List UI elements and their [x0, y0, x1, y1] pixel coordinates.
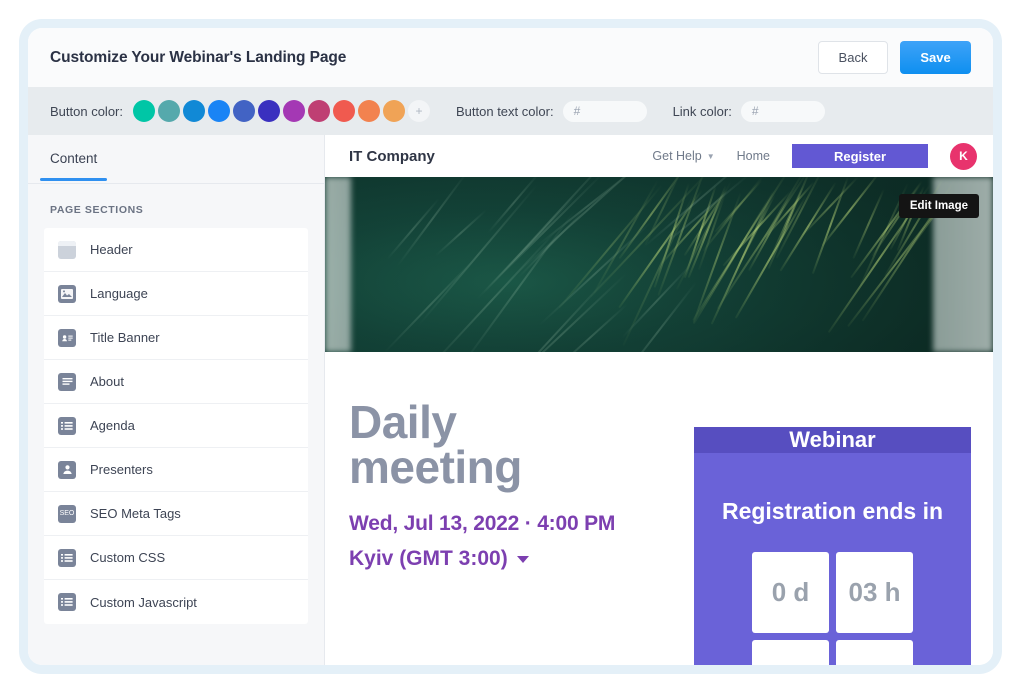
sidebar-item-header[interactable]: Header: [44, 228, 308, 272]
titlebar: Customize Your Webinar's Landing Page Ba…: [28, 28, 993, 87]
preview-navbar: IT Company Get Help ▼ Home Register K: [325, 135, 993, 177]
link-color-group: Link color: #: [672, 100, 825, 122]
link-color-label: Link color:: [672, 103, 732, 119]
tab-content[interactable]: Content: [40, 151, 108, 181]
avatar[interactable]: K: [950, 142, 977, 170]
sidebar-item-label: Agenda: [90, 418, 135, 433]
color-swatch-1[interactable]: [158, 100, 180, 122]
countdown-cell-0: 0 d: [752, 552, 829, 633]
list-icon: [58, 593, 76, 611]
register-button[interactable]: Register: [792, 144, 928, 168]
preview-brand: IT Company: [349, 147, 435, 165]
color-swatch-10[interactable]: [383, 100, 405, 122]
color-swatch-0[interactable]: [133, 100, 155, 122]
color-swatch-3[interactable]: [208, 100, 230, 122]
sidebar-item-seo-meta-tags[interactable]: SEO SEO Meta Tags: [44, 492, 308, 536]
countdown-cell-2: 21 m: [752, 640, 829, 665]
sidebar-item-label: About: [90, 374, 124, 389]
titlebar-actions: Back Save: [818, 41, 971, 74]
color-swatch-7[interactable]: [308, 100, 330, 122]
list-icon: [58, 548, 76, 567]
body: Content PAGE SECTIONS Header Language Titl…: [28, 135, 993, 665]
sidebar-item-about[interactable]: About: [44, 360, 308, 404]
window-icon: [58, 240, 76, 259]
webinar-title-line2: meeting: [349, 441, 522, 494]
countdown-panel: Webinar Registration ends in 0 d03 h 21 m…: [694, 427, 971, 665]
countdown-heading: Registration ends in: [721, 498, 944, 524]
image-icon: [58, 284, 76, 303]
back-button[interactable]: Back: [818, 41, 888, 74]
color-swatch-4[interactable]: [233, 100, 255, 122]
sidebar-item-label: Presenters: [90, 462, 153, 477]
countdown-badge: Webinar: [694, 427, 971, 453]
sidebar-item-custom-css[interactable]: Custom CSS: [44, 536, 308, 580]
app-window: Customize Your Webinar's Landing Page Ba…: [28, 28, 993, 665]
sidebar-item-language[interactable]: Language: [44, 272, 308, 316]
sidebar-item-title-banner[interactable]: Title Banner: [44, 316, 308, 360]
list-icon: [58, 416, 76, 435]
countdown-cell-3: 20 s: [836, 640, 913, 665]
landing-page-preview: IT Company Get Help ▼ Home Register K Ed…: [325, 135, 993, 665]
button-color-label: Button color:: [50, 103, 123, 119]
preview-nav-right: Get Help ▼ Home Register K: [652, 142, 977, 170]
link-color-input[interactable]: #: [740, 100, 825, 122]
hero-image: Edit Image: [325, 177, 993, 352]
add-color-button[interactable]: +: [408, 100, 430, 122]
chevron-down-icon: ▼: [706, 151, 715, 161]
hero-left-blur: [325, 177, 351, 352]
countdown-cell-1: 03 h: [836, 552, 913, 633]
page-sections-list: Header Language Title Banner About Agenda Pre…: [28, 228, 324, 624]
sidebar-item-label: Custom CSS: [90, 550, 166, 565]
sidebar-item-label: Header: [90, 242, 133, 257]
sidebar-item-label: Custom Javascript: [90, 594, 197, 610]
sidebar-item-agenda[interactable]: Agenda: [44, 404, 308, 448]
webinar-timezone-selector[interactable]: Kyiv (GMT 3:00): [349, 547, 679, 571]
save-button[interactable]: Save: [900, 41, 971, 74]
person-icon: [58, 460, 76, 479]
sidebar-item-label: Language: [90, 286, 148, 301]
color-swatch-6[interactable]: [283, 100, 305, 122]
sidebar-item-label: SEO Meta Tags: [90, 506, 181, 521]
button-text-color-input[interactable]: #: [562, 100, 647, 122]
webinar-title-block: Daily meeting Wed, Jul 13, 2022 · 4:00 P…: [349, 396, 679, 571]
webinar-title: Daily meeting: [349, 396, 679, 494]
webinar-date: Wed, Jul 13, 2022 · 4:00 PM: [349, 512, 616, 536]
seo-icon: SEO: [58, 504, 76, 523]
sidebar: Content PAGE SECTIONS Header Language Titl…: [28, 135, 325, 665]
webinar-title-line1: Daily: [349, 396, 457, 448]
color-swatch-9[interactable]: [358, 100, 380, 122]
text-lines-icon: [58, 372, 76, 391]
edit-image-button[interactable]: Edit Image: [898, 194, 979, 218]
sidebar-item-custom-javascript[interactable]: Custom Javascript: [44, 580, 308, 624]
page-sections-heading: PAGE SECTIONS: [50, 204, 144, 216]
color-swatch-8[interactable]: [333, 100, 355, 122]
countdown-grid: 0 d03 h 21 m 20 s: [752, 552, 913, 665]
color-swatch-2[interactable]: [183, 100, 205, 122]
sidebar-tabs: Content: [28, 135, 324, 184]
nav-item-home[interactable]: Home: [737, 149, 770, 163]
webinar-timezone-label: Kyiv (GMT 3:00): [349, 547, 508, 571]
color-swatch-5[interactable]: [258, 100, 280, 122]
id-card-icon: [58, 328, 76, 347]
button-color-swatches: +: [133, 100, 430, 122]
caret-down-icon: [516, 555, 529, 563]
button-text-color-group: Button text color: #: [456, 100, 647, 122]
nav-item-get-help[interactable]: Get Help ▼: [652, 149, 714, 163]
sidebar-item-presenters[interactable]: Presenters: [44, 448, 308, 492]
color-toolbar: Button color: + Button text color: # Lin…: [28, 87, 993, 135]
button-text-color-label: Button text color:: [456, 103, 554, 119]
page-title: Customize Your Webinar's Landing Page: [50, 48, 347, 66]
nav-item-get-help-label: Get Help: [652, 149, 702, 163]
sidebar-item-label: Title Banner: [90, 330, 160, 345]
